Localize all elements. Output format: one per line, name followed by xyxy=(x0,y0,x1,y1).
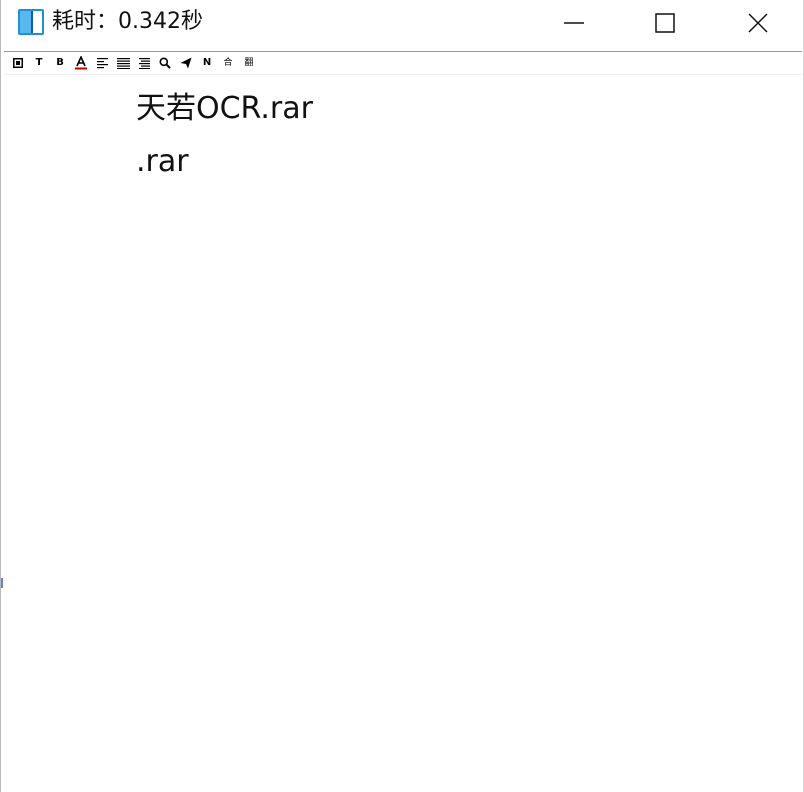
minimize-icon xyxy=(564,22,584,24)
window-title: 耗时：0.342秒 xyxy=(52,9,203,34)
bold-icon[interactable]: B xyxy=(51,54,69,72)
maximize-button[interactable] xyxy=(619,0,711,46)
font-color-icon[interactable] xyxy=(72,54,90,72)
title-bar[interactable]: 耗时：0.342秒 xyxy=(1,0,803,47)
book-app-icon xyxy=(16,7,46,37)
text-icon[interactable]: T xyxy=(30,54,48,72)
ocr-result-window: 耗时：0.342秒 T B N 合 翻 天若OCR.rar .rar xyxy=(0,0,804,792)
align-justify-icon[interactable] xyxy=(114,54,132,72)
close-icon xyxy=(748,13,768,33)
align-left-icon[interactable] xyxy=(93,54,111,72)
translate-icon[interactable]: 翻 xyxy=(240,54,258,72)
search-icon[interactable] xyxy=(156,54,174,72)
close-button[interactable] xyxy=(712,0,804,46)
align-right-icon[interactable] xyxy=(135,54,153,72)
maximize-icon xyxy=(655,13,675,33)
ocr-result-line[interactable]: 天若OCR.rar xyxy=(136,91,313,127)
toolbar: T B N 合 翻 xyxy=(4,52,802,75)
background-window-edge xyxy=(1,578,3,588)
merge-icon[interactable]: 合 xyxy=(219,54,237,72)
ocr-result-line[interactable]: .rar xyxy=(136,144,189,180)
minimize-button[interactable] xyxy=(528,0,620,46)
send-icon[interactable] xyxy=(177,54,195,72)
ocr-text-area[interactable]: 天若OCR.rar .rar xyxy=(4,77,802,792)
frame-icon[interactable] xyxy=(9,54,27,72)
n-icon[interactable]: N xyxy=(198,54,216,72)
